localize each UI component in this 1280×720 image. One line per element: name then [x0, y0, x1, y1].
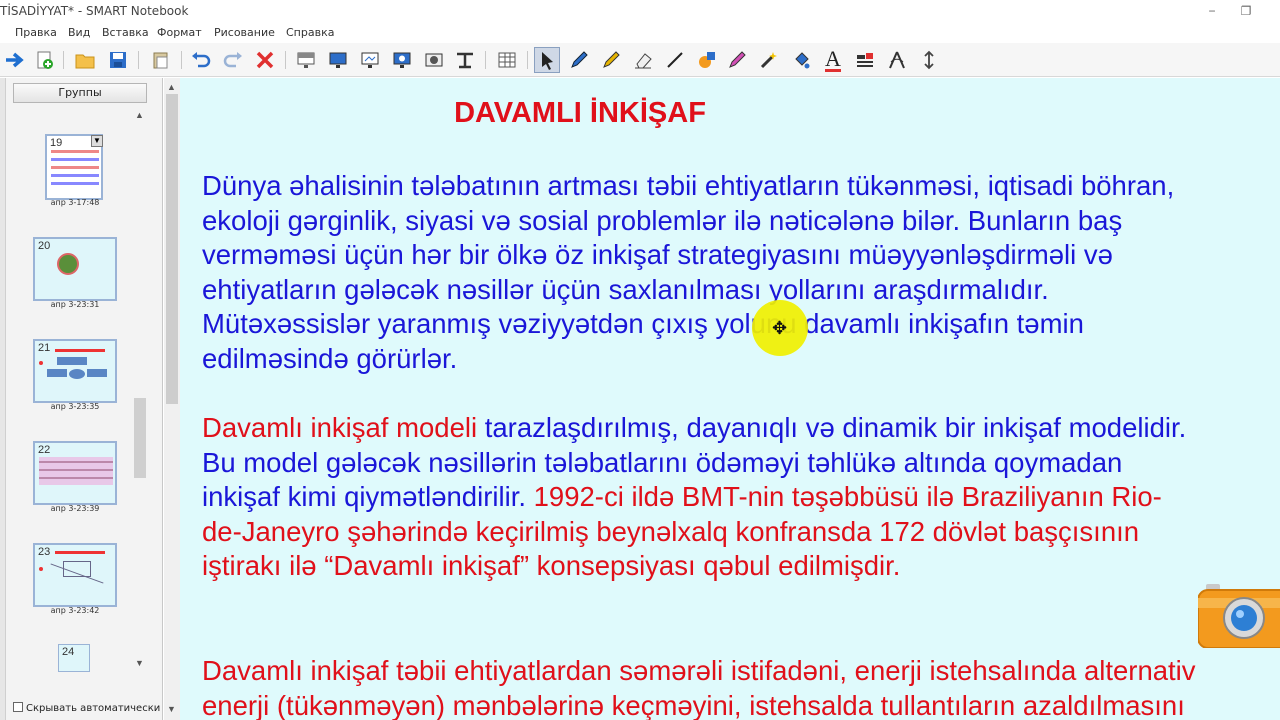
text-run: tarazlaşdırılmış, dayanıqlı və dinamik b…	[477, 412, 1187, 443]
screen-shade-icon[interactable]	[293, 47, 319, 73]
text-line: verməməsi üçün hər bir ölkə öz inkişaf s…	[202, 239, 1113, 271]
scroll-down-icon[interactable]: ▼	[167, 704, 176, 714]
text-run: Davamlı inkişaf modeli	[202, 412, 478, 443]
menu-view[interactable]: Вид	[68, 26, 90, 39]
checkbox-icon[interactable]	[13, 702, 23, 712]
capture-toolbar-icon[interactable]	[452, 47, 478, 73]
thumbnail-time: апр 3-23:42	[50, 606, 100, 615]
open-folder-icon[interactable]	[72, 47, 98, 73]
delete-icon[interactable]	[252, 47, 278, 73]
magic-pen-icon[interactable]	[724, 47, 750, 73]
paragraph-1: Dünya əhalisinin tələbatının artması təb…	[202, 169, 1280, 377]
scroll-thumb[interactable]	[166, 94, 178, 404]
autohide-label: Скрывать автоматически	[26, 703, 161, 714]
move-cursor-icon: ✥	[772, 318, 788, 338]
thumbnail-number: 21	[38, 342, 51, 354]
thumbnail-time: апр 3-17:48	[50, 198, 100, 207]
paragraph-2: Davamlı inkişaf modeli tarazlaşdırılmış,…	[202, 411, 1280, 584]
eraser-icon[interactable]	[630, 47, 656, 73]
redo-icon[interactable]	[220, 47, 246, 73]
thumbnail-time: апр 3-23:39	[50, 504, 100, 513]
menu-bar: Правка Вид Вставка Формат Рисование Спра…	[0, 24, 1280, 42]
toolbar: A	[0, 43, 1280, 77]
page-thumbnail-20[interactable]: 20	[33, 237, 117, 301]
line-icon[interactable]	[662, 47, 688, 73]
text-line: Bu model gələcək nəsillərin tələbatların…	[202, 446, 1123, 478]
add-page-icon[interactable]	[32, 47, 58, 73]
text-line: Davamlı inkişaf təbii ehtiyatlardan səmə…	[202, 655, 1196, 686]
slide-title: DAVAMLI İNKİŞAF	[454, 97, 706, 129]
text-line: ekoloji gərginlik, siyasi və sosial prob…	[202, 204, 1123, 236]
menu-format[interactable]: Формат	[157, 26, 202, 39]
scroll-thumb[interactable]	[134, 398, 146, 478]
paste-icon[interactable]	[148, 47, 174, 73]
properties-icon[interactable]	[852, 47, 878, 73]
sidebar-scrollbar[interactable]: ▲ ▼	[133, 108, 147, 668]
sidebar-tab-strip[interactable]	[0, 78, 6, 720]
next-page-icon[interactable]	[2, 47, 28, 73]
table-icon[interactable]	[494, 47, 520, 73]
text-line: enerji (tükənməyən) mənbələrinə keçməyin…	[202, 689, 1185, 720]
title-bar: TİSADİYYAT* - SMART Notebook − ❐	[0, 0, 1280, 24]
menu-edit[interactable]: Правка	[15, 26, 57, 39]
capture-icon[interactable]	[421, 47, 447, 73]
autohide-checkbox[interactable]: Скрывать автоматически	[13, 702, 160, 714]
scroll-down-icon[interactable]: ▼	[135, 658, 144, 668]
slide-canvas[interactable]: DAVAMLI İNKİŞAF Dünya əhalisinin tələbat…	[180, 78, 1280, 720]
thumbnail-number: 23	[38, 546, 51, 558]
minimize-button[interactable]: −	[1200, 2, 1224, 22]
select-arrow-icon[interactable]	[534, 47, 560, 73]
text-line: iştirakı ilə “Davamlı inkişaf” konsepsiy…	[202, 550, 901, 582]
text-line: edilməsində görürlər.	[202, 342, 458, 374]
page-thumbnail-24[interactable]: 24	[58, 644, 90, 672]
camera-icon[interactable]	[1197, 584, 1280, 649]
text-line: de-Janeyro şəhərində keçirilmiş beynəlxa…	[202, 515, 1140, 547]
measurement-icon[interactable]	[884, 47, 910, 73]
text-run: 1992-ci ildə BMT-nin təşəbbüsü ilə Brazi…	[525, 481, 1162, 513]
cursor-highlight: ✥	[752, 300, 808, 356]
text-line: ehtiyatların gələcək nəsillər üçün saxla…	[202, 273, 1049, 305]
thumbnail-number: 20	[38, 240, 51, 252]
shapes-icon[interactable]	[694, 47, 720, 73]
thumbnail-number: 24	[62, 646, 75, 658]
thumbnail-menu-icon[interactable]: ▼	[91, 135, 103, 147]
restore-button[interactable]: ❐	[1234, 2, 1258, 22]
thumbnail-time: апр 3-23:31	[50, 300, 100, 309]
save-icon[interactable]	[105, 47, 131, 73]
undo-icon[interactable]	[188, 47, 214, 73]
menu-insert[interactable]: Вставка	[102, 26, 149, 39]
document-camera-icon[interactable]	[389, 47, 415, 73]
text-line: Mütəxəssislər yaranmış vəziyyətdən çıxış…	[202, 308, 1084, 340]
groups-button[interactable]: Группы	[13, 83, 147, 103]
page-thumbnail-19[interactable]: 19 ▼	[45, 134, 103, 200]
text-run: inkişaf kimi qiymətləndirilir.	[202, 481, 526, 513]
move-toolbar-icon[interactable]	[916, 47, 942, 73]
thumbnail-number: 22	[38, 444, 51, 456]
page-thumbnail-22[interactable]: 22	[33, 441, 117, 505]
full-screen-icon[interactable]	[325, 47, 351, 73]
pen-icon[interactable]	[566, 47, 592, 73]
scroll-up-icon[interactable]: ▲	[167, 82, 176, 92]
page-thumbnail-23[interactable]: 23	[33, 543, 117, 607]
menu-draw[interactable]: Рисование	[214, 26, 275, 39]
transparent-background-icon[interactable]	[357, 47, 383, 73]
scroll-up-icon[interactable]: ▲	[135, 110, 144, 120]
window-title: TİSADİYYAT* - SMART Notebook	[0, 4, 189, 18]
thumbnail-number: 19	[50, 137, 63, 149]
paragraph-3: Davamlı inkişaf təbii ehtiyatlardan səmə…	[202, 654, 1280, 720]
text-tool-letter: A	[825, 45, 841, 72]
shape-recognition-pen-icon[interactable]	[756, 47, 782, 73]
menu-help[interactable]: Справка	[286, 26, 334, 39]
text-icon[interactable]: A	[820, 47, 846, 73]
thumbnail-time: апр 3-23:35	[50, 402, 100, 411]
page-sorter-sidebar: Группы 19 ▼ апр 3-17:48 20 апр 3-23:31 2…	[0, 78, 163, 720]
page-thumbnail-21[interactable]: 21	[33, 339, 117, 403]
text-line: Dünya əhalisinin tələbatının artması təb…	[202, 170, 1175, 201]
creative-pen-icon[interactable]	[598, 47, 624, 73]
fill-icon[interactable]	[788, 47, 814, 73]
canvas-scrollbar[interactable]: ▲ ▼	[164, 78, 180, 720]
